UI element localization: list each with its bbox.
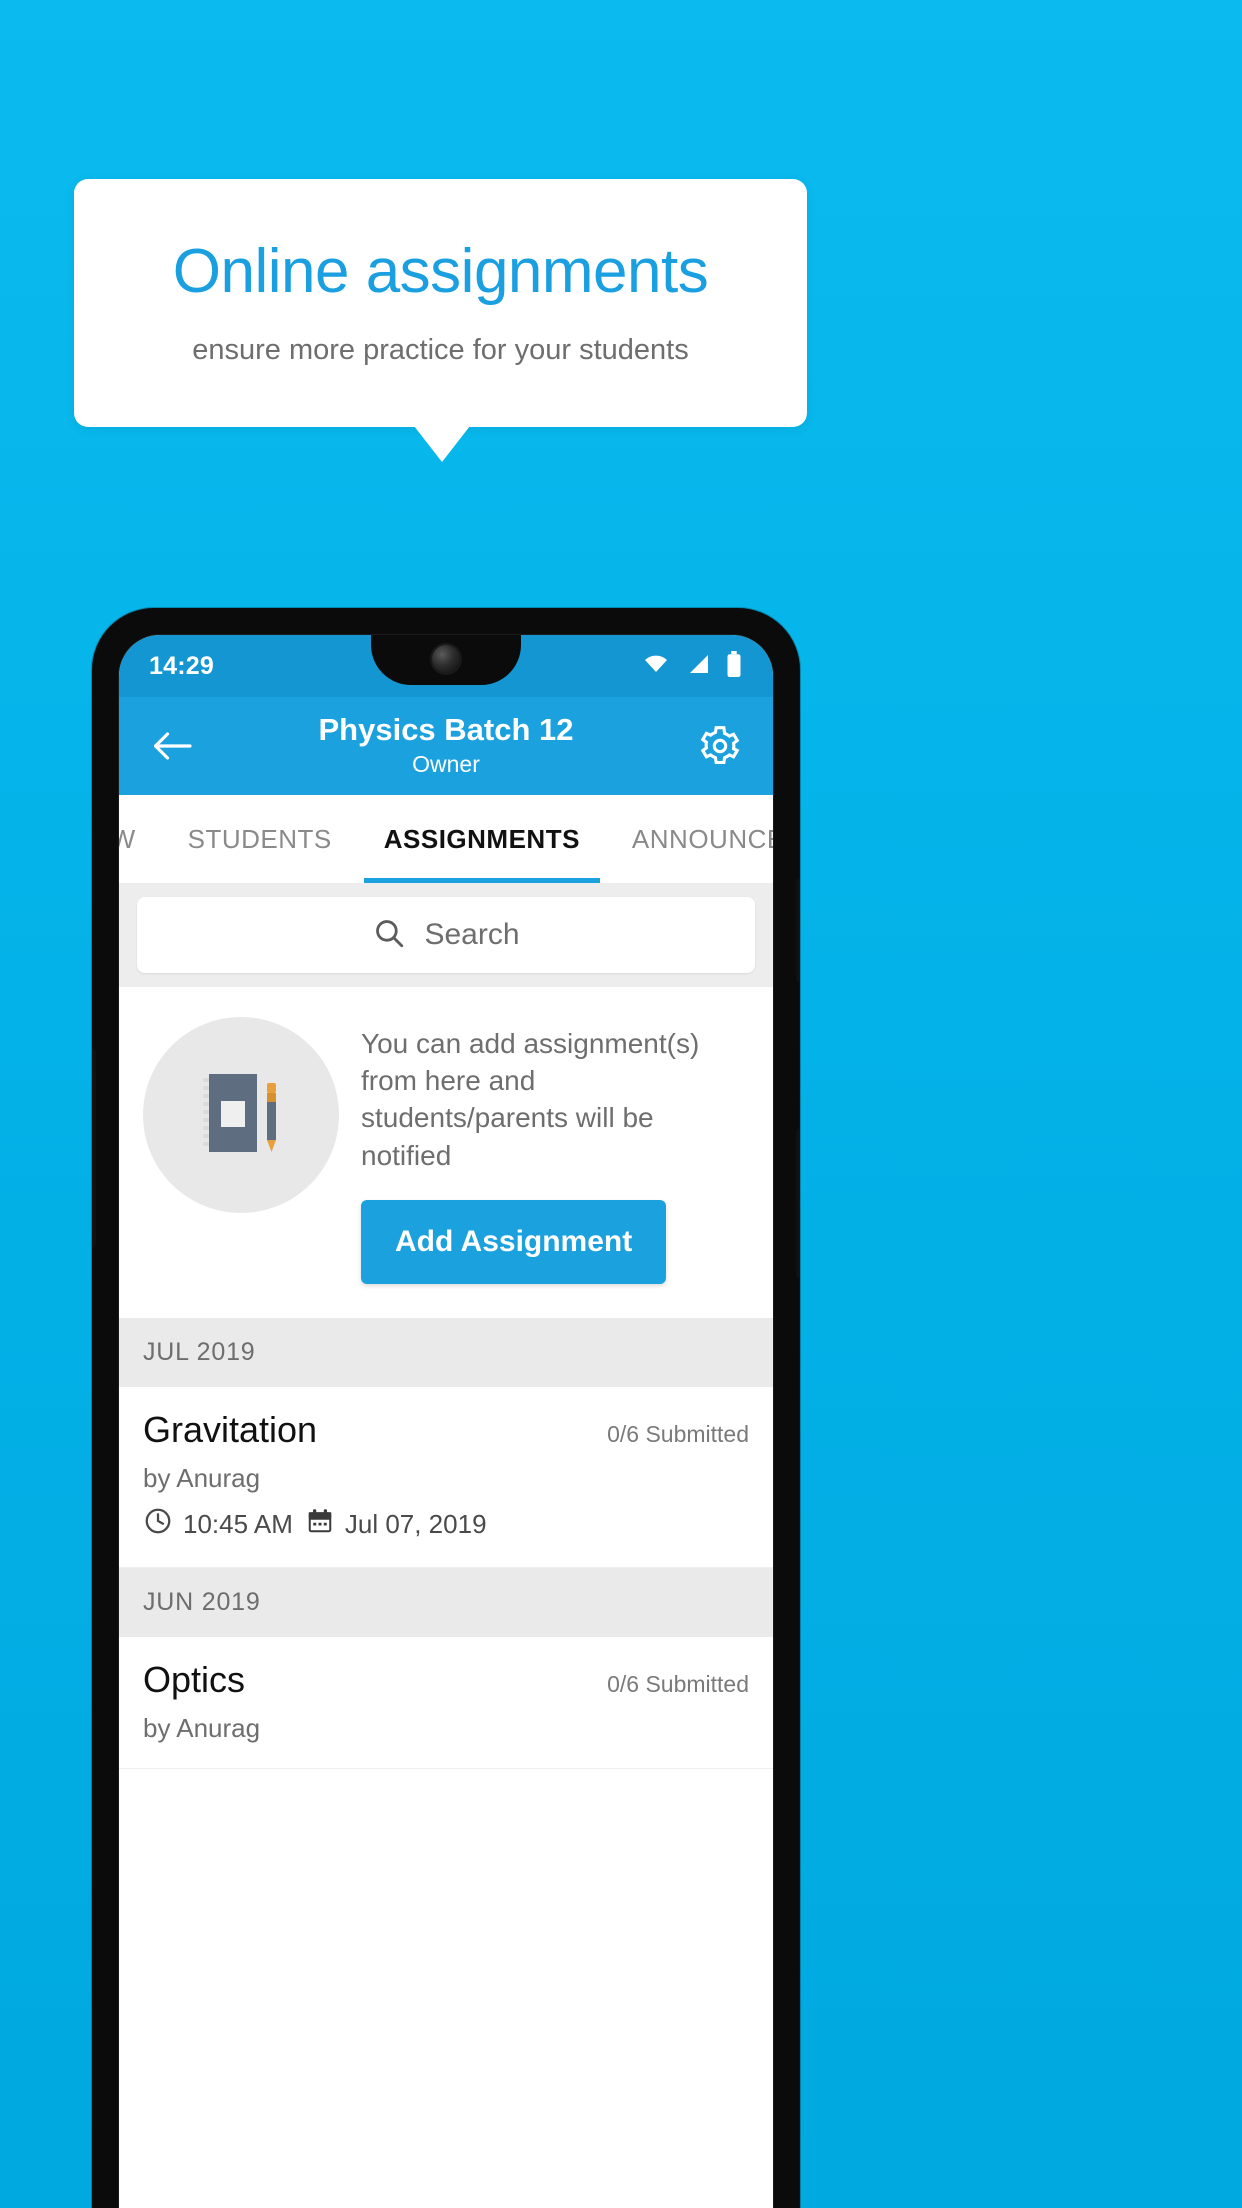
row-top: Optics 0/6 Submitted <box>143 1659 749 1701</box>
assignment-title: Gravitation <box>143 1408 318 1450</box>
assignment-date-group: Jul 07, 2019 <box>305 1506 487 1543</box>
status-badge: 0/6 Submitted <box>607 1670 749 1697</box>
row-top: Gravitation 0/6 Submitted <box>143 1409 749 1451</box>
assignment-author: by Anurag <box>143 1462 261 1493</box>
promo-subtitle: ensure more practice for your students <box>192 334 689 367</box>
phone-screen: 14:29 Physics Batch 12 Owner W STUDENTS … <box>119 635 773 2208</box>
clock-icon <box>143 1506 173 1543</box>
phone-side-button <box>92 1048 96 1248</box>
search-input[interactable]: Search <box>137 897 755 973</box>
assignment-time: 10:45 AM <box>183 1508 293 1539</box>
empty-state: You can add assignment(s) from here and … <box>119 987 773 1318</box>
phone-bezel: 14:29 Physics Batch 12 Owner W STUDENTS … <box>118 634 774 2208</box>
promo-card-tail <box>414 426 470 462</box>
app-bar-titles: Physics Batch 12 Owner <box>119 697 773 795</box>
page-title: Physics Batch 12 <box>318 712 574 748</box>
assignment-author: by Anurag <box>143 1712 261 1743</box>
page-subtitle: Owner <box>412 750 480 777</box>
assignment-meta: 10:45 AM Jul 07, 2019 <box>143 1506 749 1543</box>
promo-title: Online assignments <box>172 236 709 306</box>
app-bar: Physics Batch 12 Owner <box>119 697 773 795</box>
tab-announcements[interactable]: ANNOUNCEM <box>606 795 773 883</box>
assignment-title: Optics <box>143 1658 246 1700</box>
calendar-icon <box>305 1506 335 1543</box>
search-placeholder: Search <box>424 918 520 951</box>
add-assignment-button[interactable]: Add Assignment <box>361 1199 667 1284</box>
phone-notch <box>371 635 521 685</box>
assignment-time-group: 10:45 AM <box>143 1506 293 1543</box>
month-header: JUN 2019 <box>119 1567 773 1637</box>
phone-power-button <box>796 878 800 982</box>
front-camera <box>432 645 460 673</box>
tab-overview[interactable]: IEW <box>119 795 162 883</box>
battery-icon <box>725 650 743 682</box>
search-band: Search <box>119 883 773 987</box>
search-icon <box>372 916 406 955</box>
tab-bar[interactable]: IEW STUDENTS ASSIGNMENTS ANNOUNCEM <box>119 795 773 883</box>
tab-students[interactable]: STUDENTS <box>162 795 358 883</box>
table-row[interactable]: Optics 0/6 Submitted by Anurag <box>119 1636 773 1769</box>
settings-button[interactable] <box>693 719 747 773</box>
assignment-date: Jul 07, 2019 <box>344 1508 487 1539</box>
table-row[interactable]: Gravitation 0/6 Submitted by Anurag 10:4… <box>119 1386 773 1568</box>
tab-assignments[interactable]: ASSIGNMENTS <box>358 795 606 883</box>
empty-state-message: You can add assignment(s) from here and … <box>361 1028 700 1171</box>
back-button[interactable] <box>145 719 199 773</box>
phone-mockup: 14:29 Physics Batch 12 Owner W STUDENTS … <box>92 608 800 2208</box>
status-bar-icons <box>641 650 743 682</box>
phone-volume-button <box>796 1128 800 1278</box>
status-bar-time: 14:29 <box>149 651 214 680</box>
status-badge: 0/6 Submitted <box>607 1420 749 1447</box>
notebook-pen-icon <box>143 1017 339 1213</box>
month-header: JUL 2019 <box>119 1317 773 1387</box>
signal-icon <box>685 652 711 681</box>
promo-card: Online assignments ensure more practice … <box>74 179 807 427</box>
wifi-icon <box>641 652 671 681</box>
empty-state-content: You can add assignment(s) from here and … <box>361 1017 749 1284</box>
status-bar: 14:29 <box>119 635 773 697</box>
